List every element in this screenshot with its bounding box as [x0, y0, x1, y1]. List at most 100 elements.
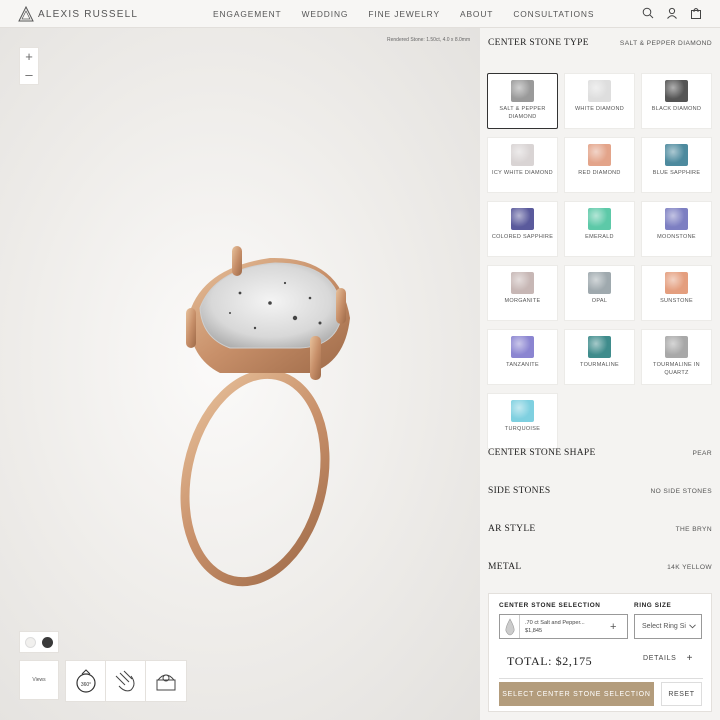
center-stone-type-header[interactable]: CENTER STONE TYPE SALT & PEPPER DIAMOND — [488, 38, 712, 48]
brand-name: ALEXIS RUSSELL — [38, 8, 139, 20]
ring-render[interactable] — [160, 208, 380, 598]
section-value: THE BRYN — [675, 525, 712, 533]
zoom-out-button[interactable]: – — [20, 66, 38, 84]
center-stone-selection-label: CENTER STONE SELECTION — [499, 602, 601, 609]
stone-swatch — [665, 80, 688, 102]
section-title: SIDE STONES — [488, 486, 551, 496]
selection-price: $1,845 — [525, 627, 543, 634]
zoom-control: + – — [19, 47, 39, 85]
stone-grid: SALT & PEPPER DIAMOND WHITE DIAMOND BLACK … — [487, 73, 713, 449]
configurator-panel: CENTER STONE TYPE SALT & PEPPER DIAMOND … — [480, 28, 720, 720]
section-value: 14K YELLOW — [667, 563, 712, 571]
view-hand-thumb[interactable] — [106, 661, 146, 701]
stone-name: SUNSTONE — [660, 298, 693, 304]
stone-option[interactable]: WHITE DIAMOND — [564, 73, 635, 129]
section-center-stone-shape[interactable]: CENTER STONE SHAPE PEAR — [488, 448, 712, 458]
stone-option[interactable]: COLORED SAPPHIRE — [487, 201, 558, 257]
main-nav: ENGAGEMENT WEDDING FINE JEWELRY ABOUT CO… — [213, 9, 614, 19]
stone-name: MOONSTONE — [657, 234, 696, 240]
view-selector: Views 360° — [19, 660, 187, 702]
stone-name: TURQUOISE — [504, 426, 541, 432]
stone-option[interactable]: TURQUOISE — [487, 393, 558, 449]
dark-background-swatch[interactable] — [42, 636, 53, 648]
stone-swatch — [588, 336, 611, 358]
selection-details: .70 ct Salt and Pepper... $1,845 — [520, 619, 610, 635]
select-center-stone-button[interactable]: SELECT CENTER STONE SELECTION — [499, 682, 654, 706]
header-icons — [642, 7, 702, 19]
reset-button[interactable]: RESET — [661, 682, 702, 706]
stone-name: ICY WHITE DIAMOND — [492, 170, 553, 176]
top-header: ALEXIS RUSSELL ENGAGEMENT WEDDING FINE J… — [0, 0, 720, 28]
stone-swatch — [665, 272, 688, 294]
zoom-in-button[interactable]: + — [20, 48, 38, 66]
stone-name: MORGANITE — [504, 298, 541, 304]
stone-option[interactable]: RED DIAMOND — [564, 137, 635, 193]
rendered-stone-note: Rendered Stone: 1.50ct, 4.0 x 8.0mm — [387, 37, 471, 43]
cart-icon[interactable] — [690, 7, 702, 19]
stone-option[interactable]: TOURMALINE — [564, 329, 635, 385]
selection-name: .70 ct Salt and Pepper... — [525, 619, 585, 626]
stone-swatch — [665, 144, 688, 166]
nav-about[interactable]: ABOUT — [460, 9, 493, 19]
total-price: TOTAL: $2,175 — [507, 654, 593, 668]
view-box-thumb[interactable] — [146, 661, 186, 701]
pear-stone-icon — [505, 617, 514, 635]
view-360-thumb[interactable]: 360° — [66, 661, 106, 701]
section-title: METAL — [488, 562, 522, 572]
stone-name: OPAL — [591, 298, 608, 304]
section-side-stones[interactable]: SIDE STONES NO SIDE STONES — [488, 486, 712, 496]
stone-option[interactable]: MOONSTONE — [641, 201, 712, 257]
stone-option[interactable]: BLACK DIAMOND — [641, 73, 712, 129]
stone-thumb — [500, 615, 520, 638]
stone-option[interactable]: MORGANITE — [487, 265, 558, 321]
nav-engagement[interactable]: ENGAGEMENT — [213, 9, 282, 19]
stone-swatch — [588, 208, 611, 230]
background-swatches — [19, 631, 59, 653]
nav-fine-jewelry[interactable]: FINE JEWELRY — [368, 9, 440, 19]
ring-size-placeholder: Select Ring Si — [642, 623, 686, 630]
stone-option[interactable]: SALT & PEPPER DIAMOND — [487, 73, 558, 129]
logo-mark-icon — [18, 6, 34, 22]
stone-name: EMERALD — [585, 234, 614, 240]
stone-option[interactable]: TANZANITE — [487, 329, 558, 385]
stone-swatch — [511, 80, 534, 102]
light-background-swatch[interactable] — [25, 636, 36, 648]
center-stone-type-title: CENTER STONE TYPE — [488, 38, 589, 48]
stone-option[interactable]: ICY WHITE DIAMOND — [487, 137, 558, 193]
stone-name: SALT & PEPPER DIAMOND — [499, 106, 546, 120]
ring-360-icon: 360° — [75, 669, 96, 693]
stone-swatch — [588, 80, 611, 102]
ring-box-icon — [156, 674, 176, 691]
details-toggle[interactable]: DETAILS + — [643, 654, 693, 664]
section-ar-style[interactable]: AR STYLE THE BRYN — [488, 524, 712, 534]
ring-size-label: RING SIZE — [634, 602, 672, 609]
stone-name: RED DIAMOND — [578, 170, 621, 176]
views-button[interactable]: Views — [19, 660, 59, 700]
stone-option[interactable]: BLUE SAPPHIRE — [641, 137, 712, 193]
stone-option[interactable]: EMERALD — [564, 201, 635, 257]
plus-icon[interactable]: + — [610, 621, 616, 633]
ring-viewer[interactable]: + – Rendered Stone: 1.50ct, 4.0 x 8.0mm — [0, 28, 480, 720]
stone-swatch — [665, 336, 688, 358]
stone-name: BLACK DIAMOND — [651, 106, 702, 112]
account-icon[interactable] — [666, 7, 678, 19]
stone-swatch — [511, 144, 534, 166]
nav-wedding[interactable]: WEDDING — [302, 9, 349, 19]
search-icon[interactable] — [642, 7, 654, 19]
stone-swatch — [665, 208, 688, 230]
section-metal[interactable]: METAL 14K YELLOW — [488, 562, 712, 572]
stone-option[interactable]: OPAL — [564, 265, 635, 321]
nav-consultations[interactable]: CONSULTATIONS — [513, 9, 594, 19]
stone-name: WHITE DIAMOND — [574, 106, 625, 112]
center-stone-selection[interactable]: .70 ct Salt and Pepper... $1,845 + — [499, 614, 628, 639]
stone-option[interactable]: SUNSTONE — [641, 265, 712, 321]
stone-swatch — [588, 272, 611, 294]
details-label: DETAILS — [643, 655, 677, 662]
stone-option[interactable]: TOURMALINE IN QUARTZ — [641, 329, 712, 385]
stone-swatch — [511, 336, 534, 358]
stone-name: TOURMALINE — [580, 362, 619, 368]
center-stone-type-value: SALT & PEPPER DIAMOND — [619, 39, 712, 47]
stone-name: TANZANITE — [506, 362, 539, 368]
brand-logo[interactable]: ALEXIS RUSSELL — [18, 6, 138, 22]
ring-size-select[interactable]: Select Ring Si — [634, 614, 702, 639]
